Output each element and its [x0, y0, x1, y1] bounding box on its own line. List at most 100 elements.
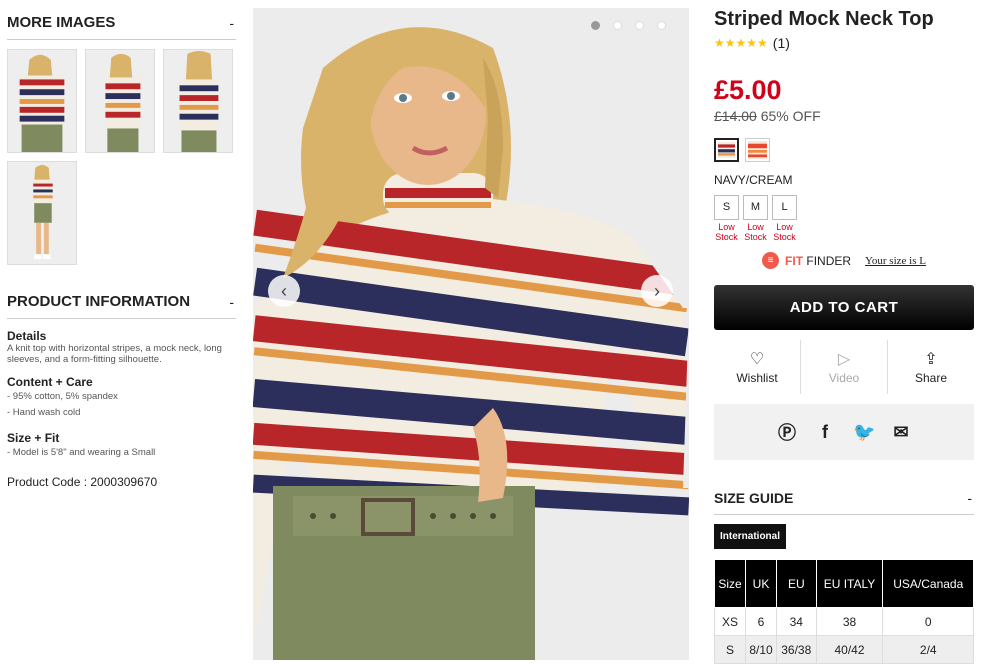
thumbnail-3[interactable] — [163, 49, 233, 153]
table-cell: 6 — [744, 607, 778, 636]
product-title: Striped Mock Neck Top — [714, 8, 934, 30]
social-share-bar: Ⓟ f 🐦 ✉ — [714, 404, 974, 460]
size-guide-title: SIZE GUIDE — [714, 490, 794, 506]
column-header: EU — [776, 559, 817, 608]
video-button[interactable]: ▷ Video — [801, 340, 888, 394]
product-information: PRODUCT INFORMATION - Details A knit top… — [7, 287, 236, 489]
table-cell: 8/10 — [744, 635, 778, 664]
email-icon[interactable]: ✉ — [891, 422, 911, 443]
table-cell: 36/38 — [776, 635, 817, 664]
facebook-icon[interactable]: f — [815, 422, 835, 443]
share-label: Share — [914, 371, 948, 385]
fit-finder-bold: FIT — [785, 253, 804, 268]
column-header: Size — [714, 559, 746, 608]
content-care-label: Content + Care — [7, 375, 93, 389]
column-header: EU ITALY — [815, 559, 884, 608]
table-row: S 8/10 36/38 40/42 2/4 — [714, 635, 974, 664]
price-comparison: £14.00 65% OFF — [714, 108, 974, 124]
original-price: £14.00 — [714, 108, 757, 124]
next-image-button[interactable]: › — [641, 275, 673, 307]
size-selector: S Low Stock M Low Stock L Low Stock — [714, 195, 974, 242]
fit-finder-label: FIT FINDER — [785, 254, 851, 268]
wishlist-button[interactable]: ♡ Wishlist — [714, 340, 801, 394]
details-label: Details — [7, 329, 47, 343]
chevron-right-icon: › — [654, 280, 660, 301]
collapse-toggle[interactable]: - — [229, 294, 234, 310]
thumbnail-4[interactable] — [7, 161, 77, 265]
swatch-navy-cream[interactable] — [714, 138, 739, 162]
stock-status: Low Stock — [744, 222, 767, 242]
size-fit-item: - Model is 5'8" and wearing a Small — [7, 447, 156, 458]
size-table: Size UK EU EU ITALY USA/Canada XS 6 34 3… — [714, 559, 974, 664]
share-button[interactable]: ⇪ Share — [888, 340, 974, 394]
selected-color-name: NAVY/CREAM — [714, 173, 793, 187]
heart-icon: ♡ — [749, 351, 765, 368]
carousel-dot[interactable] — [657, 21, 666, 30]
size-table-header: Size UK EU EU ITALY USA/Canada — [714, 559, 974, 608]
table-cell: 38 — [815, 607, 884, 636]
thumbnail-grid — [7, 49, 236, 265]
table-cell: 2/4 — [882, 635, 974, 664]
swatch-alt-color[interactable] — [745, 138, 770, 162]
wishlist-label: Wishlist — [736, 371, 778, 385]
more-images-header[interactable]: MORE IMAGES - — [7, 8, 236, 40]
more-images-title: MORE IMAGES — [7, 14, 116, 31]
carousel-dot[interactable] — [613, 21, 622, 30]
stock-status: Low Stock — [715, 222, 738, 242]
content-item: - 95% cotton, 5% spandex — [7, 391, 118, 402]
carousel-dots — [591, 21, 666, 30]
content-item: - Hand wash cold — [7, 407, 81, 418]
collapse-toggle[interactable]: - — [229, 15, 234, 31]
play-icon: ▷ — [837, 351, 851, 368]
fit-finder[interactable]: ≡ FIT FINDER Your size is L — [714, 252, 974, 269]
action-row: ♡ Wishlist ▷ Video ⇪ Share — [714, 340, 974, 394]
table-cell: 0 — [882, 607, 974, 636]
product-detail-panel: Striped Mock Neck Top ★★★★★ (1) £5.00 £1… — [714, 8, 974, 664]
left-column: MORE IMAGES - PRODUCT INFORMATION - Deta… — [7, 8, 236, 489]
size-guide: SIZE GUIDE - International Size UK EU EU… — [714, 484, 974, 664]
carousel-dot[interactable] — [591, 21, 600, 30]
table-cell: 40/42 — [815, 635, 884, 664]
discount-label: 65% OFF — [760, 108, 821, 124]
column-header: USA/Canada — [882, 559, 974, 608]
tab-international[interactable]: International — [714, 524, 787, 549]
share-icon: ⇪ — [924, 351, 938, 368]
table-row: XS 6 34 38 0 — [714, 607, 974, 636]
product-info-header[interactable]: PRODUCT INFORMATION - — [7, 287, 236, 319]
column-header: UK — [744, 559, 778, 608]
product-code: Product Code : 2000309670 — [7, 475, 158, 489]
stock-status: Low Stock — [773, 222, 796, 242]
table-cell: XS — [714, 607, 746, 636]
size-option[interactable]: S Low Stock — [714, 195, 739, 242]
chevron-left-icon: ‹ — [281, 280, 287, 301]
main-product-image[interactable]: ‹ › — [253, 8, 689, 660]
carousel-dot[interactable] — [635, 21, 644, 30]
review-count[interactable]: (1) — [773, 35, 790, 51]
size-guide-header[interactable]: SIZE GUIDE - — [714, 484, 974, 515]
size-button[interactable]: L — [772, 195, 797, 220]
model-illustration — [253, 8, 689, 660]
thumbnail-1[interactable] — [7, 49, 77, 153]
fit-finder-icon: ≡ — [762, 252, 780, 269]
table-cell: 34 — [776, 607, 817, 636]
add-to-cart-button[interactable]: ADD TO CART — [714, 285, 974, 330]
star-rating-icon: ★★★★★ — [714, 36, 768, 50]
video-label: Video — [828, 371, 860, 385]
rating[interactable]: ★★★★★ (1) — [714, 35, 974, 51]
collapse-toggle[interactable]: - — [967, 490, 972, 506]
size-option[interactable]: L Low Stock — [772, 195, 797, 242]
prev-image-button[interactable]: ‹ — [268, 275, 300, 307]
size-button[interactable]: M — [743, 195, 768, 220]
sale-price: £5.00 — [714, 75, 782, 105]
table-cell: S — [714, 635, 746, 664]
product-info-title: PRODUCT INFORMATION — [7, 293, 191, 310]
size-option[interactable]: M Low Stock — [743, 195, 768, 242]
twitter-icon[interactable]: 🐦 — [853, 422, 875, 443]
thumbnail-2[interactable] — [85, 49, 155, 153]
fit-finder-size-link[interactable]: Your size is L — [865, 255, 926, 267]
size-button[interactable]: S — [714, 195, 739, 220]
pinterest-icon[interactable]: Ⓟ — [777, 419, 797, 445]
size-fit-label: Size + Fit — [7, 431, 60, 445]
color-swatches — [714, 138, 974, 162]
details-text: A knit top with horizontal stripes, a mo… — [7, 343, 222, 365]
